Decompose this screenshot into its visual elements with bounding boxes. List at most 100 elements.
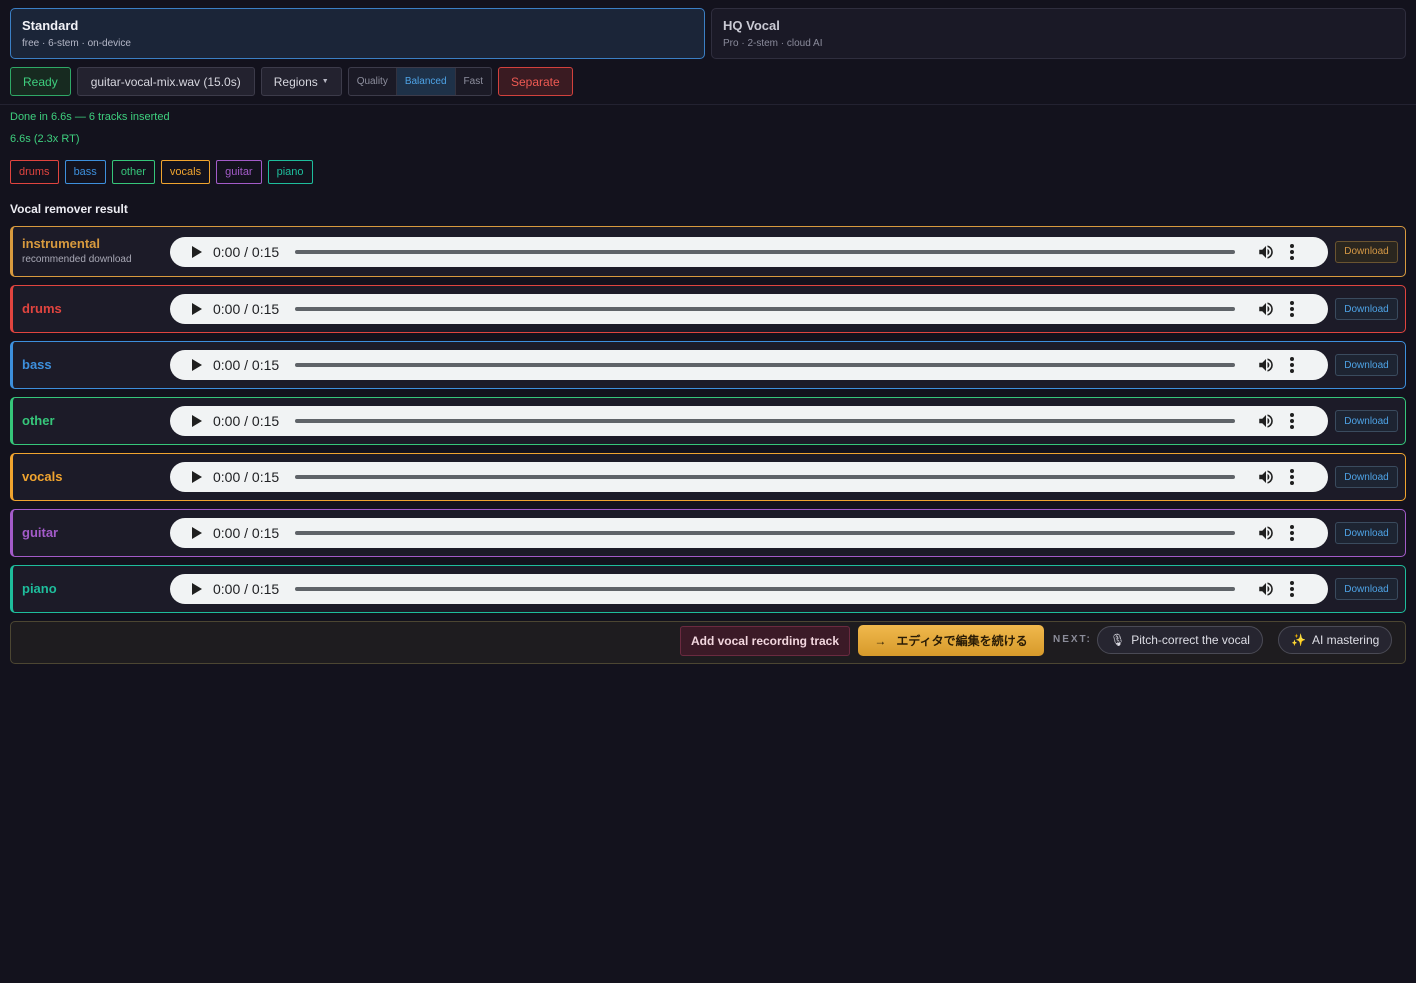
seek-slider[interactable] <box>295 307 1236 311</box>
download-button[interactable]: Download <box>1335 578 1398 600</box>
quality-option-quality[interactable]: Quality <box>349 68 397 95</box>
status-done-text: Done in 6.6s — 6 tracks inserted <box>10 111 170 123</box>
quality-option-balanced[interactable]: Balanced <box>396 68 456 95</box>
volume-icon[interactable] <box>1257 524 1275 542</box>
more-options-icon[interactable] <box>1289 469 1295 485</box>
stem-chip-piano[interactable]: piano <box>267 160 313 184</box>
continue-in-editor-button[interactable]: → エディタで編集を続ける <box>858 625 1044 656</box>
stem-chip-bass[interactable]: bass <box>64 160 106 184</box>
seek-slider[interactable] <box>295 531 1236 535</box>
section-title: Vocal remover result <box>10 202 128 216</box>
download-button[interactable]: Download <box>1335 466 1398 488</box>
divider <box>0 104 1416 105</box>
stem-row-piano: piano 0:00 / 0:15 Download <box>10 565 1406 613</box>
download-button[interactable]: Download <box>1335 354 1398 376</box>
next-label: NEXT: <box>1053 634 1092 645</box>
more-options-icon[interactable] <box>1289 243 1295 260</box>
volume-icon[interactable] <box>1257 468 1275 486</box>
more-options-icon[interactable] <box>1289 357 1295 373</box>
playback-time: 0:00 / 0:15 <box>213 525 280 541</box>
stem-row-other: other 0:00 / 0:15 Download <box>10 397 1406 445</box>
arrow-right-icon: → <box>874 633 887 648</box>
download-button[interactable]: Download <box>1335 410 1398 432</box>
stem-row-guitar: guitar 0:00 / 0:15 Download <box>10 509 1406 557</box>
ai-mastering-button[interactable]: ✨ AI mastering <box>1278 626 1393 654</box>
playback-time: 0:00 / 0:15 <box>213 469 280 485</box>
audio-player: 0:00 / 0:15 <box>170 462 1328 492</box>
stem-name: bass <box>22 357 52 372</box>
playback-time: 0:00 / 0:15 <box>213 243 280 260</box>
pitch-correct-label: Pitch-correct the vocal <box>1131 633 1250 647</box>
quality-segmented-control: Quality Balanced Fast <box>347 67 492 96</box>
mode-selector: Standard free · 6-stem · on-device HQ Vo… <box>10 8 1406 59</box>
stem-chip-vocals[interactable]: vocals <box>160 160 211 184</box>
download-button[interactable]: Download <box>1335 240 1398 263</box>
separate-button[interactable]: Separate <box>497 67 573 96</box>
stem-name: drums <box>22 301 62 316</box>
playback-time: 0:00 / 0:15 <box>213 413 280 429</box>
pitch-correct-button[interactable]: 🎙 Pitch-correct the vocal <box>1097 626 1263 654</box>
more-options-icon[interactable] <box>1289 413 1295 429</box>
stem-row-drums: drums 0:00 / 0:15 Download <box>10 285 1406 333</box>
status-badge: Ready <box>10 67 71 96</box>
stem-chip-drums[interactable]: drums <box>10 160 59 184</box>
seek-slider[interactable] <box>295 249 1236 254</box>
play-icon[interactable] <box>192 415 202 427</box>
mode-hq-vocal[interactable]: HQ Vocal Pro · 2-stem · cloud AI <box>711 8 1406 59</box>
more-options-icon[interactable] <box>1289 581 1295 597</box>
regions-label: Regions <box>273 74 318 89</box>
mode-hq-vocal-title: HQ Vocal <box>723 18 780 33</box>
play-icon[interactable] <box>192 245 202 258</box>
sparkles-icon: ✨ <box>1291 633 1306 647</box>
ai-mastering-label: AI mastering <box>1311 633 1380 647</box>
audio-player: 0:00 / 0:15 <box>170 294 1328 324</box>
toolbar: Ready guitar-vocal-mix.wav (15.0s) Regio… <box>10 67 573 96</box>
stem-name: guitar <box>22 525 59 540</box>
download-button[interactable]: Download <box>1335 522 1398 544</box>
stem-name: piano <box>22 581 57 596</box>
continue-in-editor-label: エディタで編集を続ける <box>896 634 1028 648</box>
more-options-icon[interactable] <box>1289 525 1295 541</box>
mode-standard-title: Standard <box>22 18 79 33</box>
play-icon[interactable] <box>192 583 202 595</box>
regions-dropdown[interactable]: Regions ▼ <box>260 67 342 96</box>
stem-name: vocals <box>22 469 63 484</box>
stem-chip-other[interactable]: other <box>111 160 155 184</box>
stem-row-vocals: vocals 0:00 / 0:15 Download <box>10 453 1406 501</box>
mode-standard[interactable]: Standard free · 6-stem · on-device <box>10 8 705 59</box>
audio-player: 0:00 / 0:15 <box>170 350 1328 380</box>
seek-slider[interactable] <box>295 475 1236 479</box>
volume-icon[interactable] <box>1257 356 1275 374</box>
stem-row-instrumental: instrumental recommended download 0:00 / 0… <box>10 226 1406 277</box>
stem-chip-guitar[interactable]: guitar <box>216 160 262 184</box>
stem-row-bass: bass 0:00 / 0:15 Download <box>10 341 1406 389</box>
seek-slider[interactable] <box>295 419 1236 423</box>
download-button[interactable]: Download <box>1335 298 1398 320</box>
volume-icon[interactable] <box>1257 300 1275 318</box>
playback-time: 0:00 / 0:15 <box>213 301 280 317</box>
seek-slider[interactable] <box>295 363 1236 367</box>
play-icon[interactable] <box>192 527 202 539</box>
stem-list: instrumental recommended download 0:00 / 0… <box>10 226 1406 621</box>
audio-player: 0:00 / 0:15 <box>170 518 1328 548</box>
play-icon[interactable] <box>192 471 202 483</box>
quality-option-fast[interactable]: Fast <box>456 68 491 95</box>
play-icon[interactable] <box>192 303 202 315</box>
audio-player: 0:00 / 0:15 <box>170 574 1328 604</box>
stem-name: instrumental <box>22 236 101 251</box>
play-icon[interactable] <box>192 359 202 371</box>
seek-slider[interactable] <box>295 587 1236 591</box>
audio-player: 0:00 / 0:15 <box>170 236 1328 267</box>
chevron-down-icon: ▼ <box>321 78 329 85</box>
more-options-icon[interactable] <box>1289 301 1295 317</box>
add-vocal-recording-track-button[interactable]: Add vocal recording track <box>680 626 850 656</box>
microphone-icon: 🎙 <box>1110 633 1126 647</box>
volume-icon[interactable] <box>1257 243 1275 261</box>
volume-icon[interactable] <box>1257 580 1275 598</box>
stem-chips: drums bass other vocals guitar piano <box>10 160 313 184</box>
stem-name: other <box>22 413 55 428</box>
volume-icon[interactable] <box>1257 412 1275 430</box>
file-name-button[interactable]: guitar-vocal-mix.wav (15.0s) <box>76 67 255 96</box>
playback-time: 0:00 / 0:15 <box>213 357 280 373</box>
action-bar: Add vocal recording track → エディタで編集を続ける … <box>10 621 1406 664</box>
